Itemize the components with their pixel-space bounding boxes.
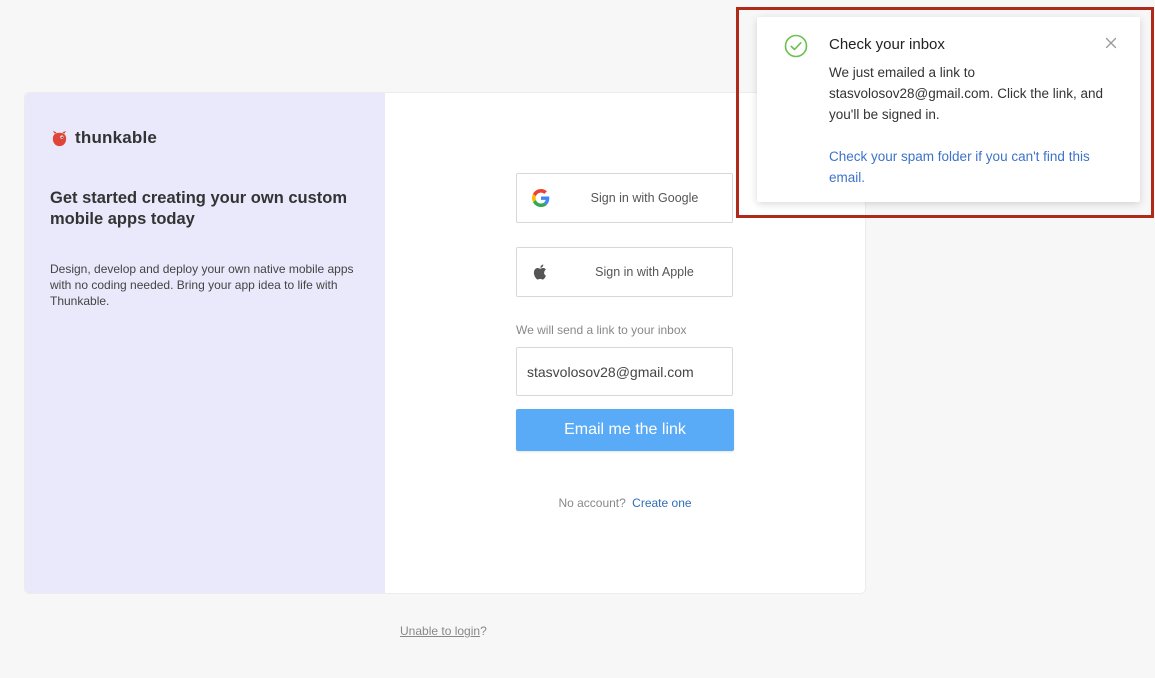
- email-input[interactable]: [516, 347, 733, 396]
- email-link-button[interactable]: Email me the link: [516, 409, 734, 451]
- login-page: thunkable Get started creating your own …: [0, 0, 1155, 678]
- spam-folder-link[interactable]: Check your spam folder if you can't find…: [829, 146, 1119, 188]
- brand-logo: thunkable: [50, 128, 157, 148]
- apple-signin-button[interactable]: Sign in with Apple: [516, 247, 733, 297]
- thunkable-logo-icon: [52, 130, 67, 146]
- google-icon: [532, 189, 550, 207]
- intro-description: Design, develop and deploy your own nati…: [50, 262, 354, 308]
- no-account-text: No account?: [558, 496, 626, 510]
- google-signin-label: Sign in with Google: [590, 191, 699, 205]
- intro-headline: Get started creating your own custom mob…: [50, 189, 348, 228]
- google-signin-button[interactable]: Sign in with Google: [516, 173, 733, 223]
- toast-body: We just emailed a link to stasvolosov28@…: [829, 65, 1104, 122]
- toast-title: Check your inbox: [829, 36, 945, 53]
- signup-row: No account? Create one: [516, 496, 734, 510]
- inbox-toast: Check your inbox We just emailed a link …: [757, 17, 1140, 202]
- create-account-link[interactable]: Create one: [632, 496, 691, 510]
- apple-icon: [533, 264, 546, 280]
- apple-signin-label: Sign in with Apple: [595, 265, 694, 279]
- email-hint: We will send a link to your inbox: [516, 323, 687, 337]
- brand-name: thunkable: [75, 128, 158, 147]
- intro-panel: thunkable Get started creating your own …: [25, 93, 385, 593]
- close-icon[interactable]: [1102, 34, 1120, 52]
- unable-to-login: Unable to login?: [400, 624, 487, 638]
- unable-to-login-suffix: ?: [480, 624, 487, 638]
- unable-to-login-link[interactable]: Unable to login: [400, 624, 480, 638]
- check-circle-icon: [784, 34, 808, 58]
